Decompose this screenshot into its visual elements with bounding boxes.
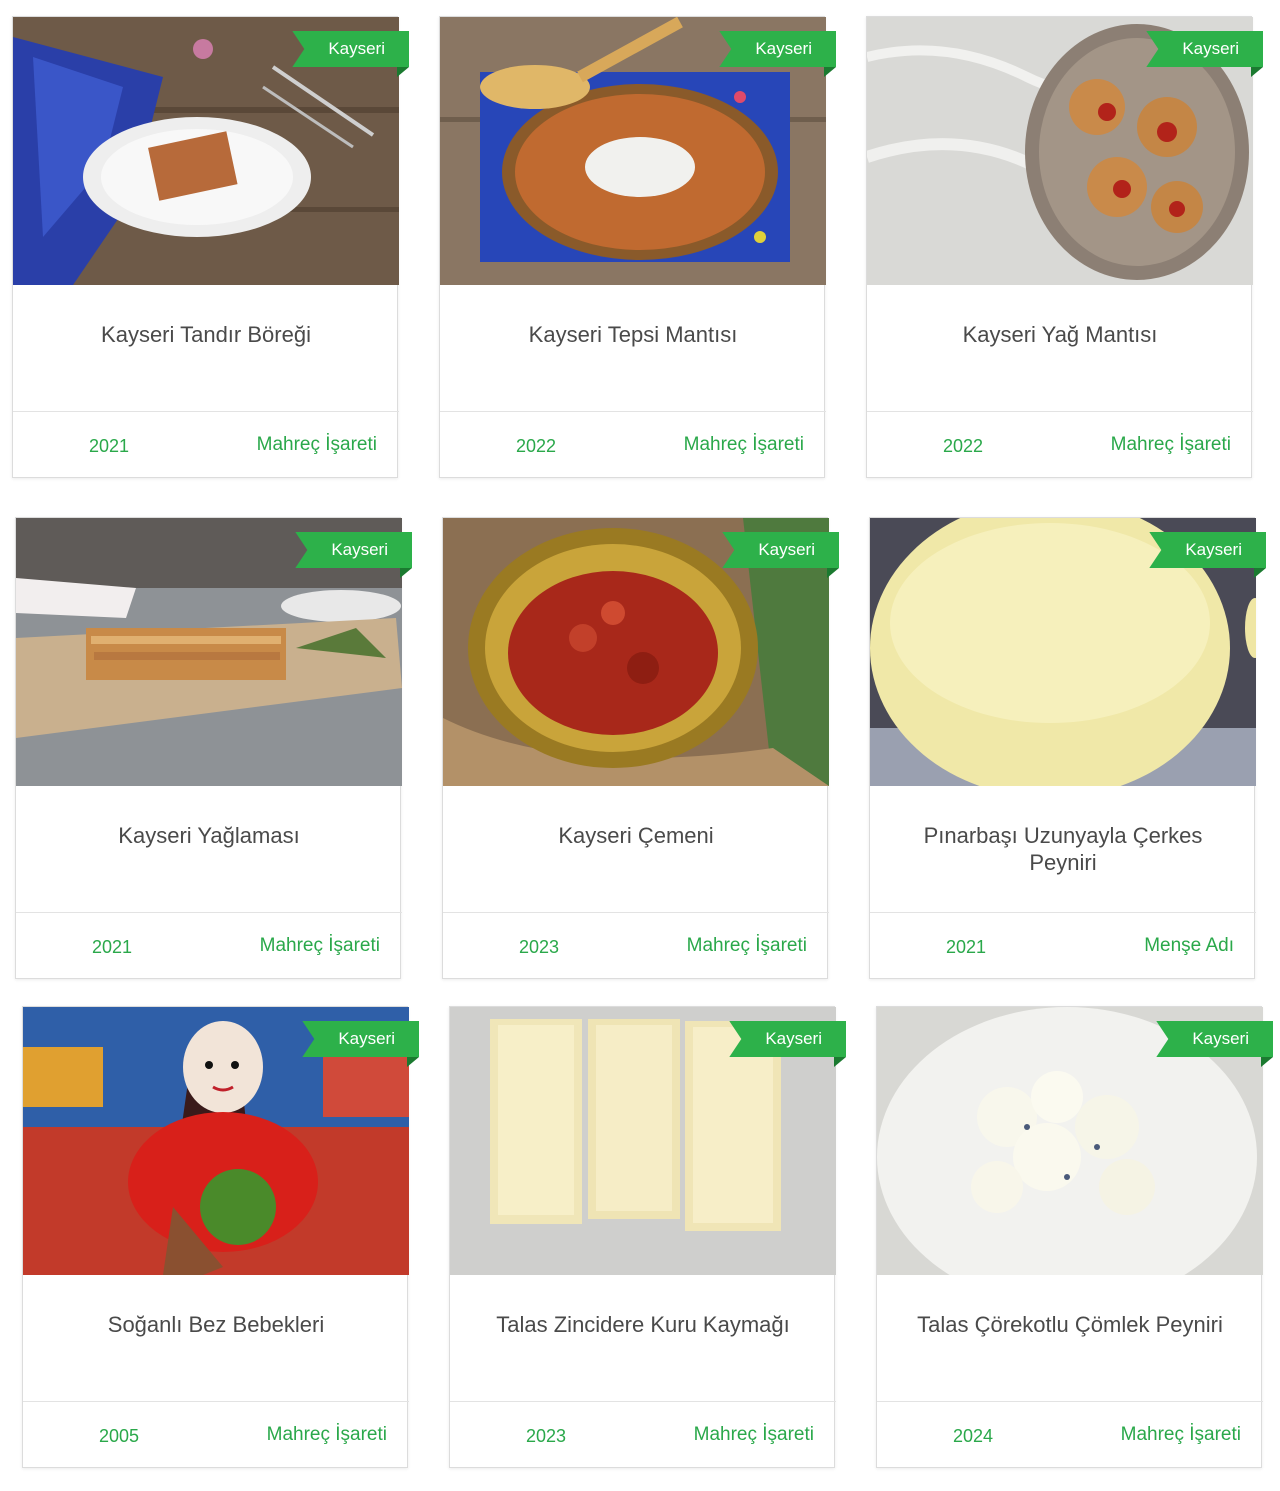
product-card[interactable]: Kayseri Kayseri Tandır Böreği 2021 Mahre…	[12, 16, 409, 478]
product-card[interactable]: Kayseri Kayseri Tepsi Mantısı 2022 Mahre…	[439, 16, 836, 478]
product-title[interactable]: Kayseri Tepsi Mantısı	[440, 285, 826, 412]
product-title[interactable]: Talas Çörekotlu Çömlek Peyniri	[877, 1275, 1263, 1402]
indication-type: Menşe Adı	[1144, 935, 1234, 956]
region-badge: Kayseri	[292, 31, 409, 67]
product-card[interactable]: Kayseri Kayseri Yağ Mantısı 2022 Mahreç …	[866, 16, 1263, 478]
product-card[interactable]: Kayseri Talas Çörekotlu Çömlek Peyniri 2…	[876, 1006, 1273, 1468]
badge-fold	[407, 1057, 419, 1067]
registration-year: 2021	[946, 937, 987, 957]
card-footer: 2021 Mahreç İşareti	[16, 913, 402, 979]
product-card[interactable]: Kayseri Soğanlı Bez Bebekleri 2005 Mahre…	[22, 1006, 419, 1468]
badge-fold	[824, 67, 836, 77]
region-badge: Kayseri	[302, 1021, 419, 1057]
registration-year: 2022	[943, 436, 984, 456]
indication-type: Mahreç İşareti	[683, 434, 804, 455]
product-card[interactable]: Kayseri Pınarbaşı Uzunyayla Çerkes Peyni…	[869, 517, 1266, 979]
product-title[interactable]: Kayseri Tandır Böreği	[13, 285, 399, 412]
region-badge: Kayseri	[722, 532, 839, 568]
card-footer: 2005 Mahreç İşareti	[23, 1402, 409, 1468]
card-footer: 2021 Mahreç İşareti	[13, 412, 399, 478]
badge-fold	[400, 568, 412, 578]
badge-fold	[1261, 1057, 1273, 1067]
card-footer: 2024 Mahreç İşareti	[877, 1402, 1263, 1468]
badge-fold	[834, 1057, 846, 1067]
card-footer: 2023 Mahreç İşareti	[443, 913, 829, 979]
card-footer: 2021 Menşe Adı	[870, 913, 1256, 979]
registration-year: 2021	[92, 937, 133, 957]
registration-year: 2023	[526, 1426, 567, 1446]
region-badge: Kayseri	[729, 1021, 846, 1057]
card-footer: 2023 Mahreç İşareti	[450, 1402, 836, 1468]
region-badge: Kayseri	[1149, 532, 1266, 568]
indication-type: Mahreç İşareti	[259, 935, 380, 956]
indication-type: Mahreç İşareti	[266, 1424, 387, 1445]
product-card[interactable]: Kayseri Kayseri Çemeni 2023 Mahreç İşare…	[442, 517, 839, 979]
registration-year: 2022	[516, 436, 557, 456]
indication-type: Mahreç İşareti	[1110, 434, 1231, 455]
product-card[interactable]: Kayseri Talas Zincidere Kuru Kaymağı 202…	[449, 1006, 846, 1468]
product-title[interactable]: Kayseri Yağ Mantısı	[867, 285, 1253, 412]
badge-fold	[1251, 67, 1263, 77]
indication-type: Mahreç İşareti	[1120, 1424, 1241, 1445]
registration-year: 2021	[89, 436, 130, 456]
region-badge: Kayseri	[719, 31, 836, 67]
badge-fold	[827, 568, 839, 578]
registration-year: 2023	[519, 937, 560, 957]
product-title[interactable]: Kayseri Yağlaması	[16, 786, 402, 913]
indication-type: Mahreç İşareti	[686, 935, 807, 956]
product-title[interactable]: Kayseri Çemeni	[443, 786, 829, 913]
registration-year: 2005	[99, 1426, 140, 1446]
card-footer: 2022 Mahreç İşareti	[867, 412, 1253, 478]
card-footer: 2022 Mahreç İşareti	[440, 412, 826, 478]
badge-fold	[397, 67, 409, 77]
indication-type: Mahreç İşareti	[693, 1424, 814, 1445]
region-badge: Kayseri	[295, 532, 412, 568]
registration-year: 2024	[953, 1426, 994, 1446]
badge-fold	[1254, 568, 1266, 578]
product-title[interactable]: Pınarbaşı Uzunyayla Çerkes Peyniri	[870, 786, 1256, 913]
product-card[interactable]: Kayseri Kayseri Yağlaması 2021 Mahreç İş…	[15, 517, 412, 979]
product-title[interactable]: Soğanlı Bez Bebekleri	[23, 1275, 409, 1402]
product-title[interactable]: Talas Zincidere Kuru Kaymağı	[450, 1275, 836, 1402]
region-badge: Kayseri	[1146, 31, 1263, 67]
region-badge: Kayseri	[1156, 1021, 1273, 1057]
indication-type: Mahreç İşareti	[256, 434, 377, 455]
